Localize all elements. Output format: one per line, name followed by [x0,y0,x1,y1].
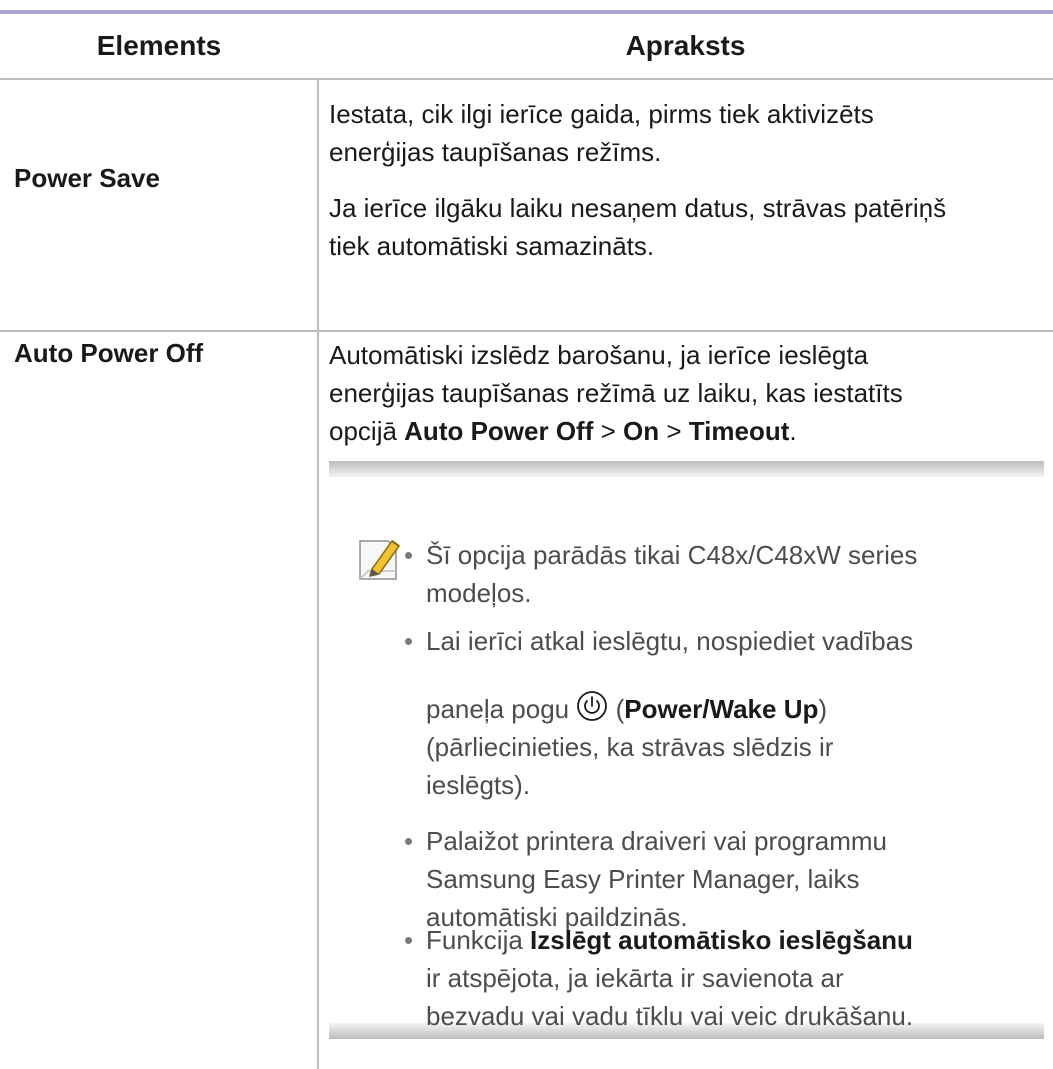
feature-name: Izslēgt automātisko ieslēgšanu [530,925,913,955]
note-pencil-icon [359,539,401,580]
header-elements: Elements [96,30,222,61]
header-description: Apraksts [625,30,746,61]
bullet-1-line2: modeļos. [426,578,532,608]
bullet-2-close-paren: ) [818,694,828,724]
menu-on: On [623,416,660,446]
bullet-dot: • [404,626,414,656]
bullet-4-line3: bezvadu vai vadu tīklu vai veic drukāšan… [426,1001,914,1031]
auto-power-off-desc-line1: Automātiski izslēdz barošanu, ja ierīce … [329,340,869,370]
bullet-4-line1: Funkcija Izslēgt automātisko ieslēgšanu [426,921,1044,959]
row-divider [0,330,1053,332]
note-top-bar [329,461,1044,477]
bullet-3-line2: Samsung Easy Printer Manager, laiks [426,864,860,894]
separator-2: > [659,416,689,446]
menu-timeout: Timeout [688,416,790,446]
power-wake-up-label: Power/Wake Up [624,694,819,724]
element-auto-power-off: Auto Power Off [14,338,204,368]
table-header: Elements Apraksts [0,14,1053,80]
power-save-desc-line2: enerģijas taupīšanas režīms. [329,137,662,167]
menu-auto-power-off: Auto Power Off [404,416,594,446]
bullet-dot: • [404,925,414,955]
line3-prefix: opcijā [329,416,405,446]
note-bullet-1: • Šī opcija parādās tikai C48x/C48xW ser… [404,536,1044,612]
bullet-4-line2: ir atspējota, ja iekārta ir savienota ar [426,963,844,993]
bullet-1-line1: Šī opcija parādās tikai C48x/C48xW serie… [426,540,918,570]
bullet-2-line3: (pārliecinieties, ka strāvas slēdzis ir [426,732,834,762]
note-bullet-4: • Funkcija Izslēgt automātisko ieslēgšan… [404,921,1044,1035]
bullet-2-line1: Lai ierīci atkal ieslēgtu, nospiediet va… [426,626,914,656]
power-save-desc-line3: Ja ierīce ilgāku laiku nesaņem datus, st… [329,193,947,223]
bullet-4-line1-prefix: Funkcija [426,925,531,955]
separator-1: > [593,416,624,446]
bullet-dot: • [404,826,414,856]
auto-power-off-desc-line3: opcijā Auto Power Off > On > Timeout. [329,412,1044,450]
bullet-2-line2: paneļa pogu (Power/Wake Up) [426,690,1044,728]
element-power-save: Power Save [14,163,160,193]
power-icon [577,691,608,721]
bullet-2-line2-prefix: paneļa pogu [426,694,577,724]
bullet-2-open-paren: ( [608,694,625,724]
power-save-desc-line4: tiek automātiski samazināts. [329,231,655,261]
power-save-desc-line1: Iestata, cik ilgi ierīce gaida, pirms ti… [329,99,874,129]
auto-power-off-desc-line2: enerģijas taupīšanas režīmā uz laiku, ka… [329,378,903,408]
bullet-3-line1: Palaižot printera draiveri vai programmu [426,826,887,856]
note-bullet-3: • Palaižot printera draiveri vai program… [404,822,1044,936]
line3-suffix: . [789,416,797,446]
bullet-2-line4: ieslēgts). [426,770,531,800]
column-divider [317,78,319,1069]
bullet-dot: • [404,540,414,570]
note-bullet-2: • Lai ierīci atkal ieslēgtu, nospiediet … [404,622,1044,660]
